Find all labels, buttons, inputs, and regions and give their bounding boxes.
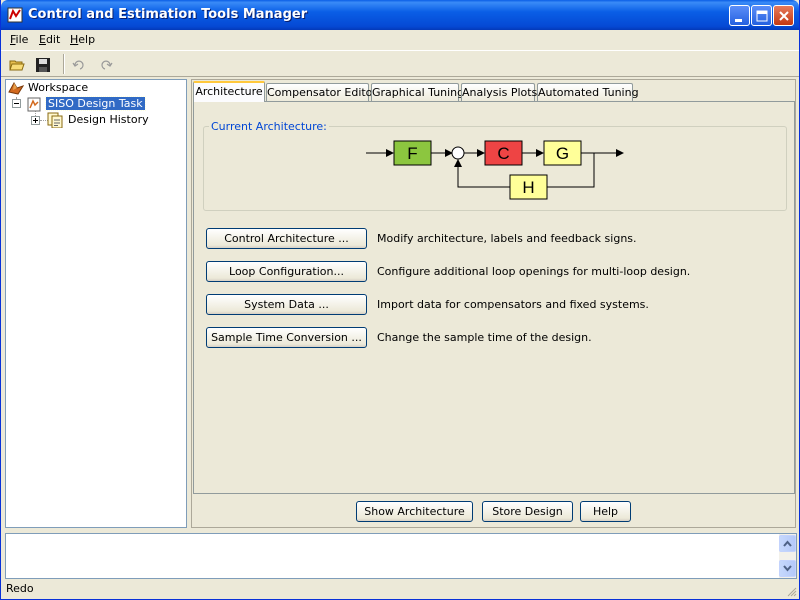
current-architecture-group: Current Architecture: F C G H — [203, 120, 787, 211]
control-architecture-button[interactable]: Control Architecture ... — [206, 228, 367, 249]
open-button[interactable] — [6, 54, 28, 76]
help-button[interactable]: Help — [580, 501, 631, 522]
architecture-tab-content: Current Architecture: F C G H Control Ar… — [193, 101, 795, 494]
undo-icon — [72, 60, 84, 70]
summing-junction — [451, 146, 465, 160]
app-window: Control and Estimation Tools Manager Fil… — [0, 0, 800, 600]
tab-compensator-editor[interactable]: Compensator Editor — [266, 83, 377, 102]
resize-grip-icon[interactable] — [787, 587, 797, 597]
scroll-down-button[interactable] — [779, 560, 796, 577]
system-data-description: Import data for compensators and fixed s… — [377, 298, 649, 311]
tree-label-design-history: Design History — [68, 113, 149, 126]
tab-architecture[interactable]: Architecture — [193, 81, 265, 102]
main-panel: Architecture Compensator Editor Graphica… — [191, 79, 796, 528]
tab-automated-tuning[interactable]: Automated Tuning — [537, 83, 639, 102]
chevron-down-icon — [783, 565, 792, 572]
tab-strip: Architecture Compensator Editor Graphica… — [192, 80, 795, 102]
status-text: Redo — [6, 582, 34, 595]
menu-edit[interactable]: Edit — [39, 33, 60, 46]
sample-time-conversion-description: Change the sample time of the design. — [377, 331, 592, 344]
loop-configuration-button[interactable]: Loop Configuration... — [206, 261, 367, 282]
status-bar: Redo — [1, 580, 799, 599]
current-architecture-label: Current Architecture: — [209, 120, 329, 133]
show-architecture-button[interactable]: Show Architecture — [356, 501, 473, 522]
tree-node-design-history[interactable]: Design History — [46, 112, 186, 128]
app-icon — [7, 7, 23, 23]
menu-bar: File Edit Help — [1, 30, 799, 49]
tree-collapse-toggle[interactable] — [12, 99, 21, 108]
tab-analysis-plots[interactable]: Analysis Plots — [461, 83, 537, 102]
log-scrollbar[interactable] — [779, 534, 796, 578]
maximize-button[interactable] — [751, 5, 772, 26]
save-disk-icon — [36, 58, 50, 72]
tree-label-siso-design-task: SISO Design Task — [45, 96, 146, 111]
minimize-button[interactable] — [729, 5, 750, 26]
menu-file[interactable]: File — [10, 33, 28, 46]
design-history-icon — [47, 112, 63, 128]
architecture-diagram: F C G H — [366, 140, 624, 200]
sample-time-conversion-button[interactable]: Sample Time Conversion ... — [206, 327, 367, 348]
title-bar[interactable]: Control and Estimation Tools Manager — [1, 0, 799, 30]
chevron-up-icon — [783, 540, 792, 547]
workspace-tree[interactable]: Workspace SISO Design Task Design Histor… — [5, 79, 187, 528]
window-title: Control and Estimation Tools Manager — [28, 7, 308, 22]
minimize-icon — [735, 19, 742, 22]
toolbar-separator — [63, 54, 65, 74]
block-g-label: G — [556, 144, 569, 163]
menu-help[interactable]: Help — [70, 33, 95, 46]
menu-file-label: ile — [15, 33, 29, 46]
tree-label-workspace: Workspace — [28, 81, 89, 94]
store-design-button[interactable]: Store Design — [482, 501, 573, 522]
scroll-up-button[interactable] — [779, 535, 796, 552]
block-f-label: F — [407, 144, 417, 163]
siso-task-icon — [27, 97, 41, 112]
system-data-button[interactable]: System Data ... — [206, 294, 367, 315]
close-icon — [779, 11, 789, 21]
tree-expand-toggle[interactable] — [31, 116, 40, 125]
bottom-button-bar: Show Architecture Store Design Help — [192, 496, 795, 527]
tree-node-siso-design-task[interactable]: SISO Design Task — [26, 96, 186, 112]
tab-graphical-tuning[interactable]: Graphical Tuning — [371, 83, 464, 102]
block-h-label: H — [522, 178, 534, 197]
tree-node-workspace[interactable]: Workspace — [8, 80, 178, 96]
menu-edit-label: dit — [45, 33, 61, 46]
message-log-area[interactable] — [5, 533, 797, 579]
toolbar — [1, 50, 799, 77]
maximize-icon — [756, 10, 768, 22]
block-c-label: C — [497, 144, 509, 163]
loop-configuration-description: Configure additional loop openings for m… — [377, 265, 691, 278]
redo-button[interactable] — [95, 54, 117, 76]
undo-button[interactable] — [68, 54, 90, 76]
menu-edit-mnemonic: E — [39, 33, 46, 46]
close-button[interactable] — [773, 5, 794, 26]
open-folder-icon — [9, 60, 25, 71]
menu-help-label: elp — [78, 33, 96, 46]
save-button[interactable] — [32, 54, 54, 76]
redo-icon — [101, 60, 113, 70]
control-architecture-description: Modify architecture, labels and feedback… — [377, 232, 637, 245]
workspace-icon — [8, 82, 24, 95]
